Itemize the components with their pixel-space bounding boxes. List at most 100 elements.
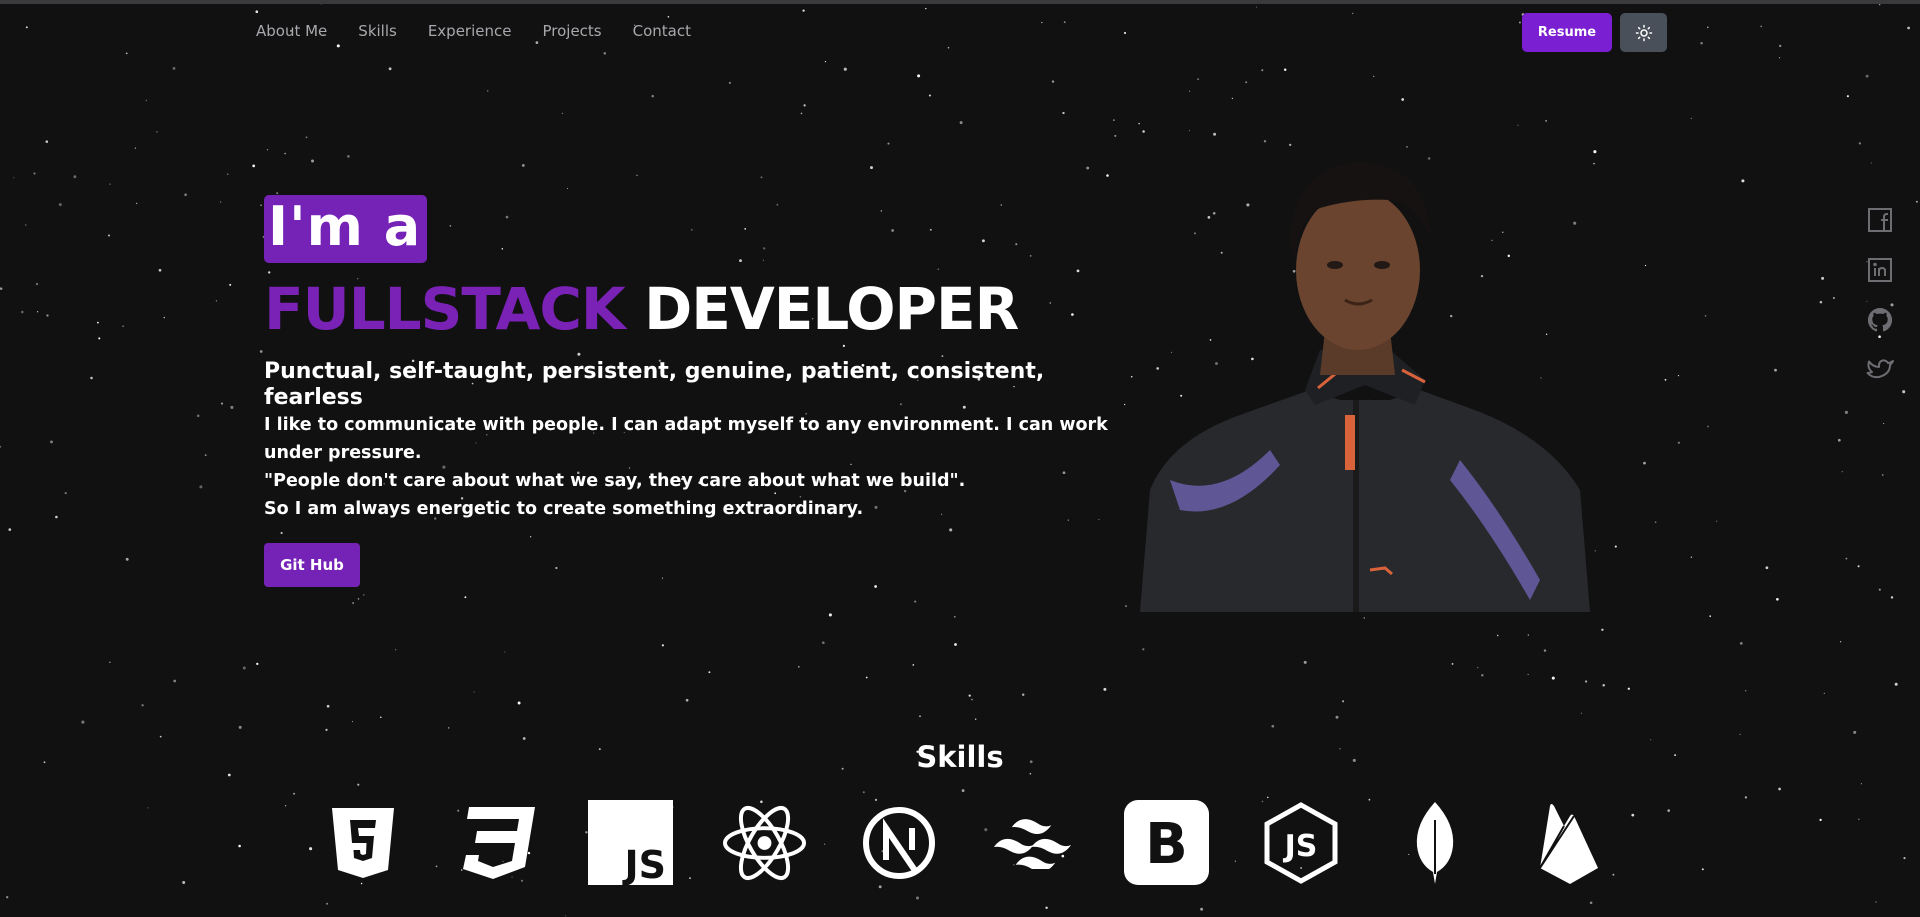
star bbox=[566, 187, 569, 189]
star bbox=[1907, 26, 1910, 30]
nav-skills[interactable]: Skills bbox=[358, 22, 397, 40]
star bbox=[521, 163, 525, 167]
star bbox=[1124, 605, 1128, 608]
resume-button[interactable]: Resume bbox=[1522, 13, 1612, 52]
star bbox=[35, 282, 39, 286]
star bbox=[388, 67, 392, 71]
star bbox=[1690, 556, 1693, 558]
star bbox=[1879, 4, 1881, 6]
star bbox=[1841, 471, 1843, 473]
star bbox=[1881, 474, 1884, 476]
star bbox=[21, 310, 24, 314]
bootstrap-icon: B bbox=[1124, 800, 1209, 885]
star bbox=[81, 720, 85, 724]
star bbox=[46, 314, 49, 317]
sun-icon bbox=[1635, 24, 1652, 41]
star bbox=[305, 136, 308, 139]
star bbox=[220, 201, 222, 203]
star bbox=[1614, 545, 1617, 548]
star bbox=[238, 725, 242, 729]
star bbox=[824, 60, 827, 63]
star bbox=[971, 698, 973, 701]
star bbox=[50, 440, 53, 444]
hero-description: I like to communicate with people. I can… bbox=[264, 411, 1124, 523]
twitter-icon[interactable] bbox=[1866, 356, 1894, 384]
star bbox=[1451, 662, 1454, 665]
star bbox=[1086, 166, 1090, 170]
star bbox=[1138, 122, 1140, 125]
css3-icon bbox=[454, 800, 539, 885]
star bbox=[158, 268, 162, 272]
star bbox=[394, 648, 397, 651]
star bbox=[878, 885, 882, 889]
star bbox=[1778, 57, 1780, 59]
star bbox=[215, 300, 218, 302]
star bbox=[1739, 733, 1741, 735]
star bbox=[1303, 660, 1307, 664]
star bbox=[636, 174, 638, 177]
nav-about-me[interactable]: About Me bbox=[256, 22, 327, 40]
github-button[interactable]: Git Hub bbox=[264, 543, 360, 587]
star bbox=[357, 598, 360, 600]
star bbox=[865, 676, 868, 679]
star bbox=[1106, 174, 1109, 177]
star bbox=[260, 204, 263, 207]
star bbox=[1903, 857, 1906, 860]
javascript-icon: JS bbox=[588, 800, 673, 885]
star bbox=[1744, 796, 1747, 799]
star bbox=[8, 528, 12, 531]
theme-toggle-button[interactable] bbox=[1620, 13, 1667, 52]
star bbox=[45, 140, 49, 143]
star bbox=[1476, 666, 1479, 669]
star bbox=[1707, 425, 1709, 428]
star bbox=[284, 152, 286, 155]
nav-experience[interactable]: Experience bbox=[428, 22, 512, 40]
star bbox=[163, 316, 165, 319]
nav-projects[interactable]: Projects bbox=[542, 22, 601, 40]
star bbox=[667, 16, 670, 18]
star bbox=[925, 7, 927, 10]
linkedin-icon[interactable] bbox=[1866, 256, 1894, 284]
star bbox=[1631, 813, 1635, 817]
tailwind-icon bbox=[990, 800, 1075, 885]
star bbox=[975, 718, 977, 720]
star bbox=[685, 698, 689, 702]
star bbox=[25, 224, 27, 226]
star bbox=[1915, 200, 1918, 203]
star bbox=[380, 716, 382, 718]
star bbox=[238, 844, 241, 848]
star bbox=[1580, 712, 1582, 714]
star bbox=[961, 789, 965, 793]
star bbox=[1496, 634, 1499, 637]
star bbox=[33, 172, 36, 175]
star bbox=[1664, 378, 1667, 381]
star bbox=[1103, 687, 1107, 691]
description-line: I like to communicate with people. I can… bbox=[264, 415, 1108, 463]
star bbox=[351, 721, 354, 723]
facebook-icon[interactable] bbox=[1866, 206, 1894, 234]
star bbox=[1865, 74, 1869, 78]
star bbox=[1627, 687, 1630, 690]
star bbox=[0, 445, 2, 448]
star bbox=[1045, 906, 1048, 909]
star bbox=[1704, 315, 1707, 317]
star bbox=[284, 805, 287, 807]
star bbox=[229, 283, 232, 286]
star bbox=[1123, 31, 1127, 35]
html5-icon bbox=[320, 800, 405, 885]
star bbox=[1858, 142, 1862, 145]
github-icon[interactable] bbox=[1866, 306, 1894, 334]
star bbox=[1041, 21, 1043, 24]
star bbox=[1063, 21, 1066, 23]
nextjs-icon bbox=[856, 800, 941, 885]
star bbox=[862, 791, 865, 794]
star bbox=[760, 176, 763, 179]
star bbox=[145, 99, 147, 102]
nav-contact[interactable]: Contact bbox=[633, 22, 691, 40]
star bbox=[954, 616, 956, 618]
star bbox=[448, 727, 450, 729]
star bbox=[947, 46, 950, 49]
star bbox=[504, 651, 506, 653]
star bbox=[58, 203, 62, 207]
star bbox=[159, 735, 162, 738]
